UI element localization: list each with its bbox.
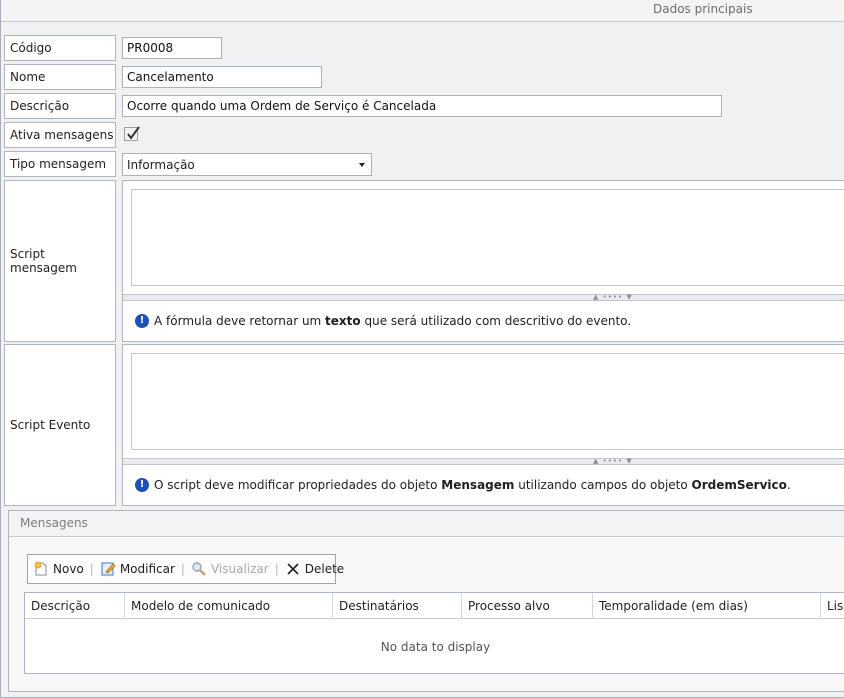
column-lis[interactable]: Lis: [821, 593, 844, 619]
delete-x-icon: [285, 561, 301, 577]
resize-grip-icon: ▲ •••• ▼: [593, 293, 633, 301]
info-icon: !: [135, 477, 149, 492]
toolbar-separator: |: [180, 562, 185, 576]
tipo-mensagem-value: Informação: [127, 157, 195, 172]
script-evento-label: Script Evento: [4, 344, 116, 506]
toolbar-separator: |: [274, 562, 279, 576]
column-modelo-de-comunicado[interactable]: Modelo de comunicado: [125, 593, 333, 619]
codigo-label: Código: [4, 35, 116, 61]
nome-input[interactable]: Cancelamento: [122, 66, 322, 88]
grid-empty-message: No data to display: [380, 639, 491, 654]
script-evento-textarea[interactable]: [131, 353, 844, 450]
nome-label: Nome: [4, 64, 116, 90]
delete-label: Delete: [304, 562, 345, 576]
resize-grip-icon: ▲ •••• ▼: [593, 457, 633, 465]
modificar-label: Modificar: [119, 562, 175, 576]
visualizar-label: Visualizar: [210, 562, 269, 576]
ativa-mensagens-label: Ativa mensagens: [4, 122, 116, 148]
tipo-mensagem-select[interactable]: Informação: [122, 153, 372, 176]
novo-label: Novo: [53, 562, 84, 576]
script-mensagem-label: Script mensagem: [4, 180, 116, 342]
grid-header: Descrição Modelo de comunicado Destinatá…: [25, 593, 844, 619]
section-title: Dados principais: [653, 2, 753, 16]
chevron-down-icon[interactable]: [359, 163, 365, 167]
column-temporalidade[interactable]: Temporalidade (em dias): [593, 593, 821, 619]
script-evento-hint: ! O script deve modificar propriedades d…: [123, 465, 844, 504]
descricao-input[interactable]: Ocorre quando uma Ordem de Serviço é Can…: [122, 95, 722, 117]
section-header: Dados principais: [1, 0, 844, 22]
mensagens-grid: Descrição Modelo de comunicado Destinatá…: [24, 592, 844, 674]
descricao-label: Descrição: [4, 93, 116, 119]
script-evento-panel: ▲ •••• ▼ ! O script deve modificar propr…: [122, 344, 844, 506]
tipo-mensagem-label: Tipo mensagem: [4, 151, 116, 177]
visualizar-button[interactable]: Visualizar: [191, 561, 269, 577]
modificar-button[interactable]: Modificar: [100, 561, 175, 577]
ativa-mensagens-checkbox[interactable]: [124, 126, 140, 141]
info-icon: !: [135, 313, 149, 328]
hint-text: A fórmula deve retornar um texto que ser…: [154, 313, 632, 328]
mensagens-header: Mensagens: [9, 511, 844, 537]
column-descricao[interactable]: Descrição: [25, 593, 125, 619]
script-mensagem-hint: ! A fórmula deve retornar um texto que s…: [123, 301, 844, 340]
script-evento-editor-area: [123, 345, 844, 459]
mensagens-panel: Mensagens Novo | Modificar | Visualizar …: [8, 510, 844, 692]
delete-button[interactable]: Delete: [285, 561, 344, 577]
checkmark-icon: [127, 126, 140, 140]
script-mensagem-textarea[interactable]: [131, 189, 844, 286]
hint-text: O script deve modificar propriedades do …: [154, 477, 791, 492]
magnifier-icon: [191, 561, 207, 577]
script-mensagem-editor-area: [123, 181, 844, 295]
column-processo-alvo[interactable]: Processo alvo: [462, 593, 593, 619]
codigo-input[interactable]: PR0008: [122, 37, 222, 59]
toolbar-separator: |: [89, 562, 94, 576]
mensagens-toolbar: Novo | Modificar | Visualizar | Delete: [27, 554, 344, 584]
column-destinatarios[interactable]: Destinatários: [333, 593, 462, 619]
new-document-icon: [33, 561, 49, 577]
script-mensagem-panel: ▲ •••• ▼ ! A fórmula deve retornar um te…: [122, 180, 844, 342]
edit-icon: [100, 561, 116, 577]
novo-button[interactable]: Novo: [33, 561, 84, 577]
script-mensagem-resize-handle[interactable]: ▲ •••• ▼: [123, 294, 844, 301]
script-evento-resize-handle[interactable]: ▲ •••• ▼: [123, 458, 844, 465]
mensagens-title: Mensagens: [20, 516, 88, 530]
